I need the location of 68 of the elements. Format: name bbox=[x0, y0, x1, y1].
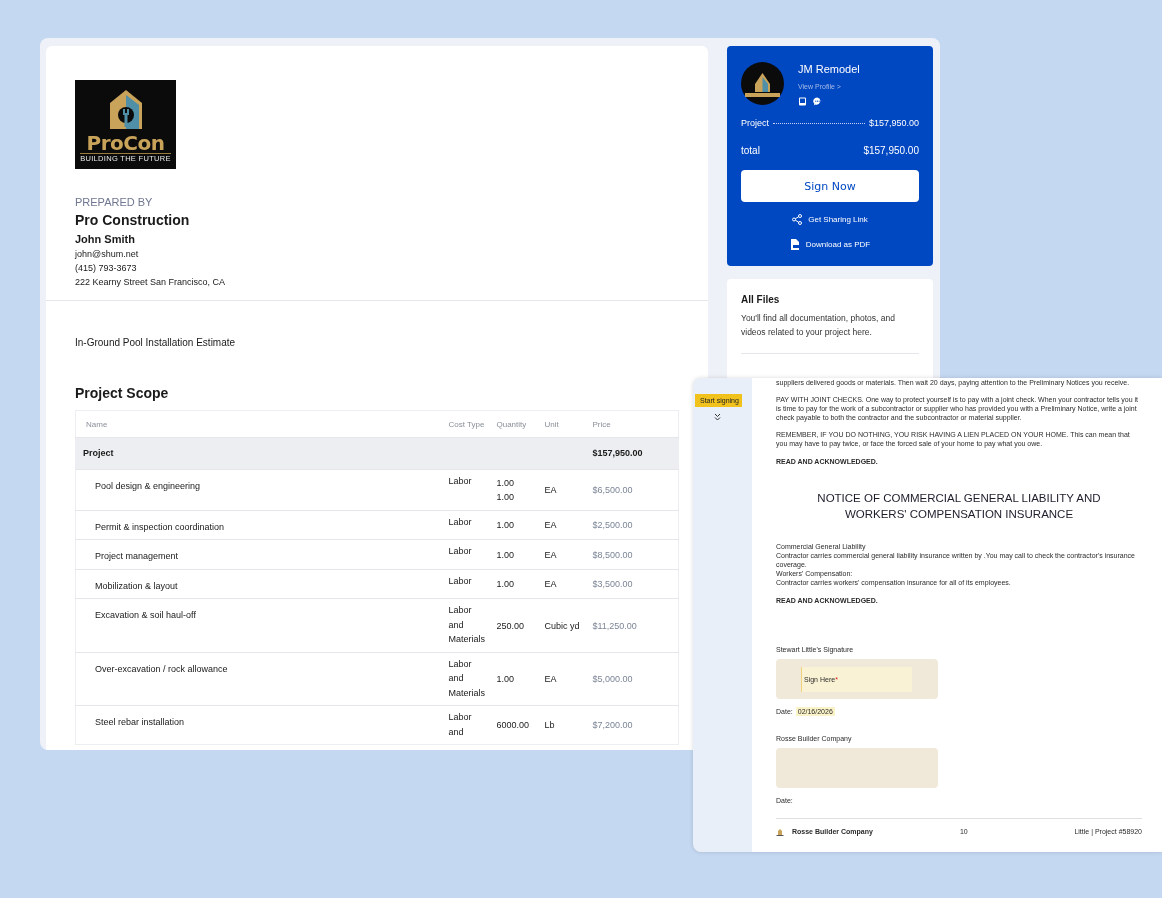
column-header: Quantity bbox=[496, 410, 545, 438]
table-cell: Labor bbox=[448, 510, 497, 540]
table-cell: 1.00 bbox=[496, 652, 545, 706]
table-cell: EA bbox=[544, 569, 593, 599]
amount-value: $157,950.00 bbox=[863, 145, 919, 156]
table-cell: $6,500.00 bbox=[592, 469, 679, 510]
table-cell: Project bbox=[75, 437, 449, 469]
chat-icon bbox=[813, 97, 822, 106]
table-cell: Labor bbox=[448, 539, 497, 569]
table-cell: 1.00 bbox=[496, 569, 545, 599]
table-cell: 1.00 1.00 bbox=[496, 469, 545, 510]
download-link[interactable]: Download as PDF bbox=[741, 239, 919, 250]
amount-label: total bbox=[741, 145, 760, 156]
table-cell: $7,200.00 bbox=[592, 705, 679, 745]
table-cell: Labor and bbox=[448, 705, 497, 745]
table-cell: $5,000.00 bbox=[592, 652, 679, 706]
table-cell: EA bbox=[544, 652, 593, 706]
card-title: All Files bbox=[741, 294, 781, 305]
table-cell: Labor bbox=[448, 469, 497, 510]
table-cell: $157,950.00 bbox=[592, 437, 679, 469]
amount-value: $157,950.00 bbox=[868, 118, 919, 128]
table-cell: EA bbox=[544, 510, 593, 540]
column-header: Unit bbox=[544, 410, 593, 438]
table-cell: 250.00 bbox=[496, 598, 545, 652]
table-cell: Cubic yd bbox=[544, 598, 593, 652]
sharing-link[interactable]: Get Sharing Link bbox=[741, 214, 919, 225]
amount-label: Project bbox=[741, 118, 769, 128]
contractor-name: JM Remodel bbox=[798, 63, 860, 75]
section-label: PREPARED BY bbox=[75, 196, 154, 208]
share-icon bbox=[792, 214, 803, 225]
table-cell: Labor and Materials bbox=[448, 652, 497, 706]
tablet-icon bbox=[798, 97, 807, 106]
table-cell: Over-excavation / rock allowance bbox=[75, 652, 449, 706]
double-chevron-down-icon bbox=[714, 413, 721, 421]
table-cell: $8,500.00 bbox=[592, 539, 679, 569]
column-header: Cost Type bbox=[448, 410, 497, 438]
table-cell: Project management bbox=[75, 539, 449, 569]
sign-now-button[interactable]: Sign Now bbox=[741, 170, 919, 202]
table-cell: Mobilization & layout bbox=[75, 569, 449, 599]
table-cell: Pool design & engineering bbox=[75, 469, 449, 510]
table-cell: $3,500.00 bbox=[592, 569, 679, 599]
pdf-file-icon bbox=[789, 239, 800, 250]
table-cell: Steel rebar installation bbox=[75, 705, 449, 745]
column-header: Name bbox=[75, 410, 449, 438]
card-description: You'll find all documentation, photos, and videos related to your project here. bbox=[741, 311, 919, 354]
table-cell: EA bbox=[544, 539, 593, 569]
table-cell: $2,500.00 bbox=[592, 510, 679, 540]
table-cell: 1.00 bbox=[496, 539, 545, 569]
estimate-title: In-Ground Pool Installation Estimate bbox=[74, 336, 237, 348]
table-cell: 6000.00 bbox=[496, 705, 545, 745]
table-cell: Excavation & soil haul-off bbox=[75, 598, 449, 652]
contact-name: John Smith bbox=[75, 233, 136, 245]
table-cell: EA bbox=[544, 469, 593, 510]
document-heading: NOTICE OF COMMERCIAL GENERAL LIABILITY AND WORKERS' COMPENSATION INSURANCE bbox=[816, 491, 1102, 522]
table-cell: Lb bbox=[544, 705, 593, 745]
contact-email: john@shum.net bbox=[75, 249, 140, 259]
building-icon bbox=[776, 827, 784, 836]
section-title: Project Scope bbox=[75, 385, 169, 401]
table-cell: 1.00 bbox=[496, 510, 545, 540]
company-name: Pro Construction bbox=[75, 212, 191, 228]
table-cell: Permit & inspection coordination bbox=[75, 510, 449, 540]
contact-address: 222 Kearny Street San Francisco, CA bbox=[75, 277, 227, 287]
company-avatar-icon bbox=[741, 62, 784, 105]
table-cell: Labor bbox=[448, 569, 497, 599]
contact-phone: (415) 793-3673 bbox=[75, 263, 138, 273]
table-cell: $11,250.00 bbox=[592, 598, 679, 652]
table-cell: Labor and Materials bbox=[448, 598, 497, 652]
column-header: Price bbox=[592, 410, 679, 438]
